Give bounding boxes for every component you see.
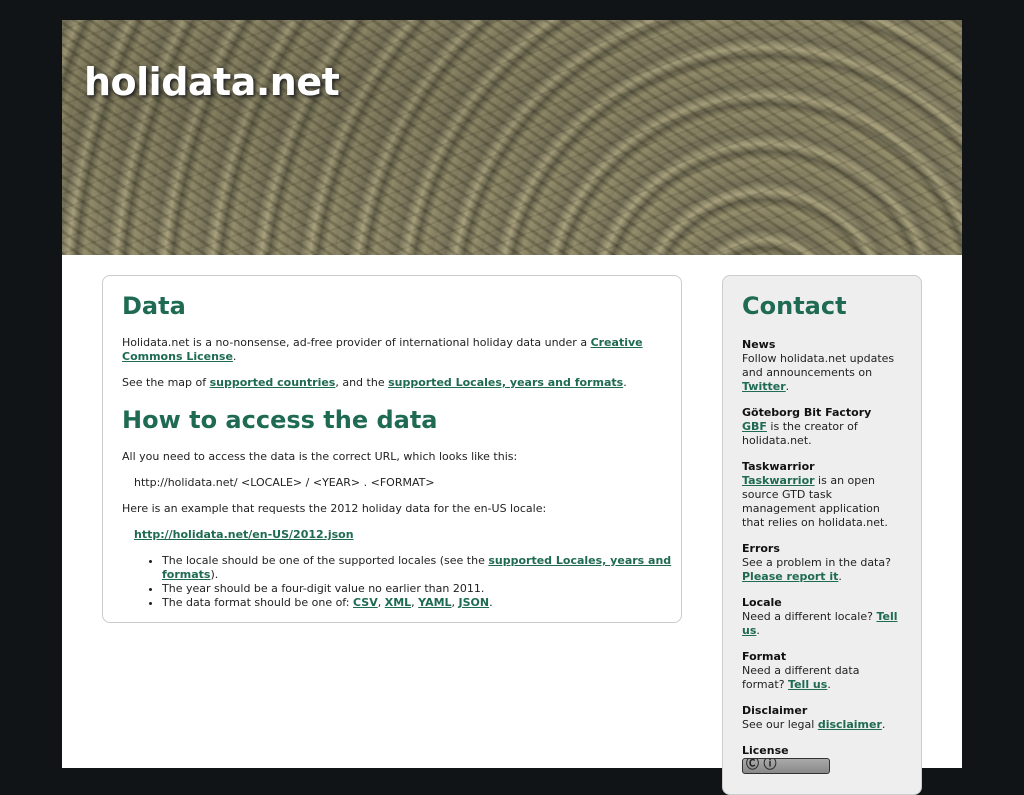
locale-text: Need a different locale? — [742, 610, 877, 623]
site-title[interactable]: holidata.net — [84, 60, 340, 104]
separator: , — [377, 596, 385, 609]
format-json-link[interactable]: JSON — [459, 596, 490, 609]
contact-heading: Contact — [742, 292, 847, 320]
gbf-section: Göteborg Bit Factory GBF is the creator … — [742, 406, 902, 448]
twitter-link[interactable]: Twitter — [742, 380, 786, 393]
disclaimer-section: Disclaimer See our legal disclaimer. — [742, 704, 902, 732]
period: . — [838, 570, 842, 583]
list-item: The locale should be one of the supporte… — [162, 554, 672, 582]
contact-sidebar: Contact News Follow holidata.net updates… — [722, 275, 922, 795]
format-tell-us-link[interactable]: Tell us — [788, 678, 827, 691]
separator: , — [451, 596, 459, 609]
format-title: Format — [742, 650, 787, 663]
gbf-title: Göteborg Bit Factory — [742, 406, 872, 419]
locale-section: Locale Need a different locale? Tell us. — [742, 596, 902, 638]
bullet1-text: The locale should be one of the supporte… — [162, 554, 489, 567]
taskwarrior-section: Taskwarrior Taskwarrior is an open sourc… — [742, 460, 902, 530]
access-heading: How to access the data — [122, 406, 438, 434]
supported-countries-link[interactable]: supported countries — [210, 376, 336, 389]
intro-paragraph: Holidata.net is a no-nonsense, ad-free p… — [122, 336, 662, 364]
supported-locales-link[interactable]: supported Locales, years and formats — [388, 376, 623, 389]
bullet3-text: The data format should be one of: — [162, 596, 353, 609]
period: . — [827, 678, 831, 691]
map-paragraph: See the map of supported countries, and … — [122, 376, 662, 390]
intro-end: . — [232, 350, 237, 363]
page: holidata.net Data Holidata.net is a no-n… — [62, 20, 962, 795]
url-pattern: http://holidata.net/ <LOCALE> / <YEAR> .… — [134, 476, 435, 489]
news-title: News — [742, 338, 776, 351]
format-xml-link[interactable]: XML — [385, 596, 411, 609]
report-error-link[interactable]: Please report it — [742, 570, 838, 583]
bullet1-end: ). — [210, 568, 219, 581]
map-text-2: , and the — [335, 376, 389, 389]
main-content-card: Data Holidata.net is a no-nonsense, ad-f… — [102, 275, 682, 623]
license-section: License Ⓒ ⓘ — [742, 744, 902, 778]
news-text: Follow holidata.net updates and announce… — [742, 352, 895, 379]
map-text-1: See the map of — [122, 376, 210, 389]
errors-title: Errors — [742, 542, 780, 555]
list-item: The data format should be one of: CSV, X… — [162, 596, 672, 610]
list-item: The year should be a four-digit value no… — [162, 582, 672, 596]
creative-commons-badge-icon[interactable]: Ⓒ ⓘ — [742, 758, 830, 774]
gbf-link[interactable]: GBF — [742, 420, 767, 433]
period: . — [785, 380, 790, 393]
period: . — [489, 596, 493, 609]
period: . — [756, 624, 760, 637]
disclaimer-link[interactable]: disclaimer — [818, 718, 882, 731]
banner-stone-texture — [62, 20, 962, 255]
intro-text: Holidata.net is a no-nonsense, ad-free p… — [122, 336, 591, 349]
header-banner: holidata.net — [62, 20, 962, 255]
disclaimer-text: See our legal — [742, 718, 818, 731]
example-url-link[interactable]: http://holidata.net/en-US/2012.json — [134, 528, 354, 541]
rules-list: The locale should be one of the supporte… — [122, 554, 672, 610]
locale-title: Locale — [742, 596, 782, 609]
taskwarrior-link[interactable]: Taskwarrior — [742, 474, 815, 487]
errors-text: See a problem in the data? — [742, 556, 891, 569]
data-heading: Data — [122, 292, 186, 320]
errors-section: Errors See a problem in the data? Please… — [742, 542, 902, 584]
disclaimer-title: Disclaimer — [742, 704, 808, 717]
period: . — [881, 718, 886, 731]
news-section: News Follow holidata.net updates and ann… — [742, 338, 902, 394]
format-yaml-link[interactable]: YAML — [418, 596, 451, 609]
map-text-3: . — [623, 376, 627, 389]
format-csv-link[interactable]: CSV — [353, 596, 378, 609]
taskwarrior-title: Taskwarrior — [742, 460, 815, 473]
license-title: License — [742, 744, 789, 757]
access-text: All you need to access the data is the c… — [122, 450, 518, 463]
format-section: Format Need a different data format? Tel… — [742, 650, 902, 692]
example-paragraph: http://holidata.net/en-US/2012.json — [134, 528, 662, 542]
example-text: Here is an example that requests the 201… — [122, 502, 547, 515]
